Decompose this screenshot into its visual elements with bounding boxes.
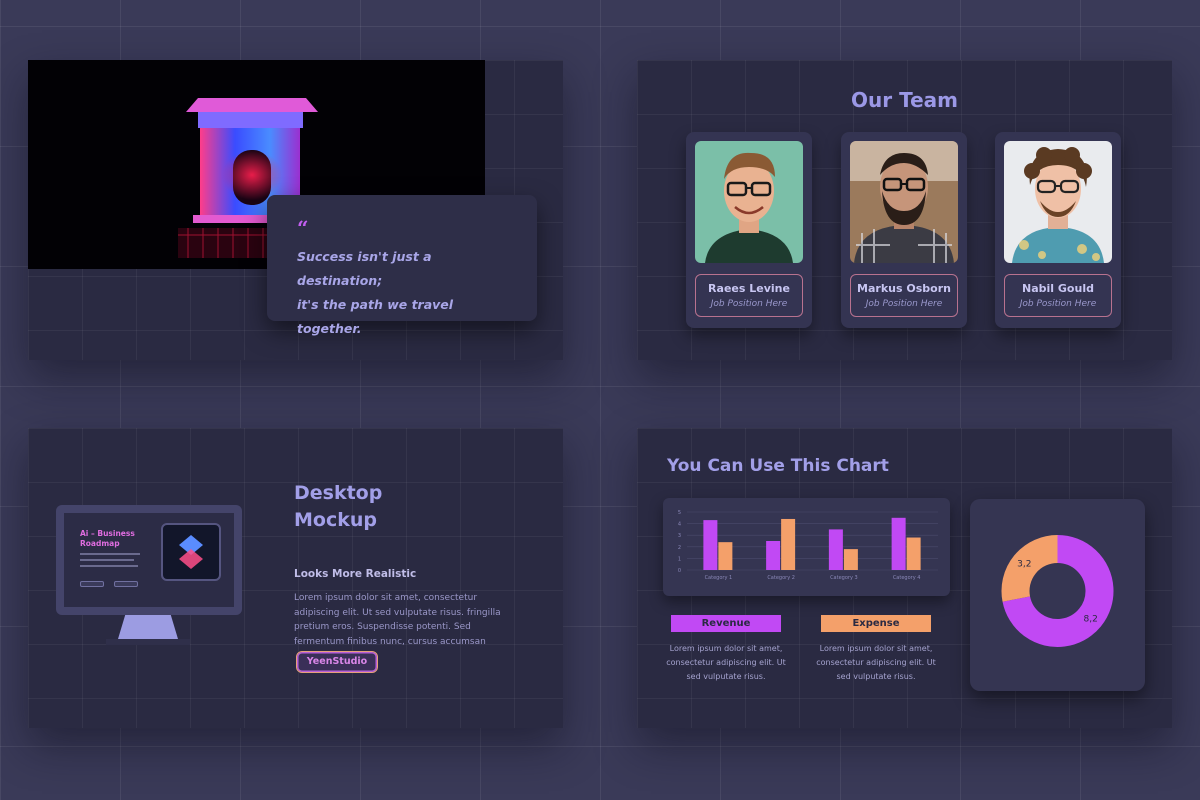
legend-revenue: Revenue (671, 615, 781, 632)
y-tick-label: 3 (678, 533, 681, 539)
slide-desktop-mockup[interactable]: Ai – Business Roadmap Desktop Mockup Loo… (28, 428, 563, 728)
bar-revenue (766, 541, 781, 570)
member-position: Job Position Here (710, 299, 788, 309)
quote-line-2: it's the path we travel together. (297, 297, 454, 336)
screen-button (80, 581, 104, 587)
y-tick-label: 1 (678, 556, 681, 562)
x-tick-label: Category 4 (893, 575, 921, 581)
donut-slice-expense (1001, 535, 1059, 602)
donut-chart-card: 8,2 3,2 (970, 499, 1145, 691)
bar-chart-card: 0 1 2 3 4 5 Category 1 Category 2 Category 3 Cate… (663, 498, 950, 596)
slide-title: Desktop Mockup (294, 482, 383, 531)
name-box: Raees Levine Job Position Here (695, 274, 803, 317)
screen-image (161, 523, 221, 581)
bar-revenue (891, 517, 906, 570)
slide-subtitle: Looks More Realistic (294, 568, 417, 580)
x-tick-label: Category 2 (767, 575, 795, 581)
avatar (850, 141, 958, 263)
bar-expense (781, 518, 796, 570)
bar-expense (843, 549, 858, 570)
avatar (695, 141, 803, 263)
slide-quote[interactable]: “ Success isn't just a destination; it's… (28, 60, 563, 360)
quote-mark-icon: “ (297, 216, 309, 240)
quote-line-1: Success isn't just a destination; (297, 249, 432, 288)
screen-line (80, 559, 134, 561)
bar-revenue (828, 529, 843, 570)
member-position: Job Position Here (865, 299, 943, 309)
y-tick-label: 4 (678, 522, 681, 528)
team-card: Raees Levine Job Position Here (686, 132, 812, 328)
donut-chart: 8,2 3,2 (1001, 535, 1114, 647)
member-name: Markus Osborn (857, 282, 951, 295)
bar-revenue (703, 520, 718, 570)
screen-title: Ai – Business Roadmap (80, 529, 135, 548)
y-tick-label: 2 (678, 545, 681, 551)
quote-text: Success isn't just a destination; it's t… (297, 245, 517, 341)
expense-description: Lorem ipsum dolor sit amet, consectetur … (816, 644, 936, 681)
slide-chart[interactable]: You Can Use This Chart 0 1 2 3 4 5 Category 1 C… (637, 428, 1172, 728)
y-tick-label: 5 (678, 510, 681, 516)
screen-line (80, 565, 138, 567)
slide-title: Our Team (851, 88, 958, 112)
revenue-description: Lorem ipsum dolor sit amet, consectetur … (666, 644, 786, 681)
bar-chart: 0 1 2 3 4 5 Category 1 Category 2 Category 3 Cate… (678, 510, 938, 581)
quote-card: “ Success isn't just a destination; it's… (267, 195, 537, 336)
body-text: Lorem ipsum dolor sit amet, consectetur … (294, 593, 501, 647)
team-card: Nabil Gould Job Position Here (995, 132, 1121, 328)
name-box: Nabil Gould Job Position Here (1004, 274, 1112, 317)
monitor-screen: Ai – Business Roadmap (64, 513, 234, 607)
legend-expense: Expense (821, 615, 931, 632)
slide-title: You Can Use This Chart (667, 456, 889, 476)
donut-value-label: 8,2 (1084, 614, 1098, 624)
bar-expense (718, 542, 733, 570)
x-tick-label: Category 3 (830, 575, 858, 581)
team-card: Markus Osborn Job Position Here (841, 132, 967, 328)
monitor-mockup: Ai – Business Roadmap (56, 505, 242, 615)
donut-value-label: 3,2 (1017, 560, 1031, 570)
bar-expense (906, 537, 921, 570)
x-tick-label: Category 1 (705, 575, 733, 581)
avatar (1004, 141, 1112, 263)
name-box: Markus Osborn Job Position Here (850, 274, 958, 317)
y-tick-label: 0 (678, 568, 681, 574)
monitor-base (106, 639, 190, 645)
yeenstudio-button[interactable]: YeenStudio (296, 651, 378, 673)
member-name: Raees Levine (708, 282, 790, 295)
slide-our-team[interactable]: Our Team Raees Levine Job Position Here (637, 60, 1172, 360)
monitor-stand (118, 615, 178, 639)
screen-button (114, 581, 138, 587)
screen-line (80, 553, 140, 555)
member-name: Nabil Gould (1022, 282, 1094, 295)
member-position: Job Position Here (1019, 299, 1097, 309)
